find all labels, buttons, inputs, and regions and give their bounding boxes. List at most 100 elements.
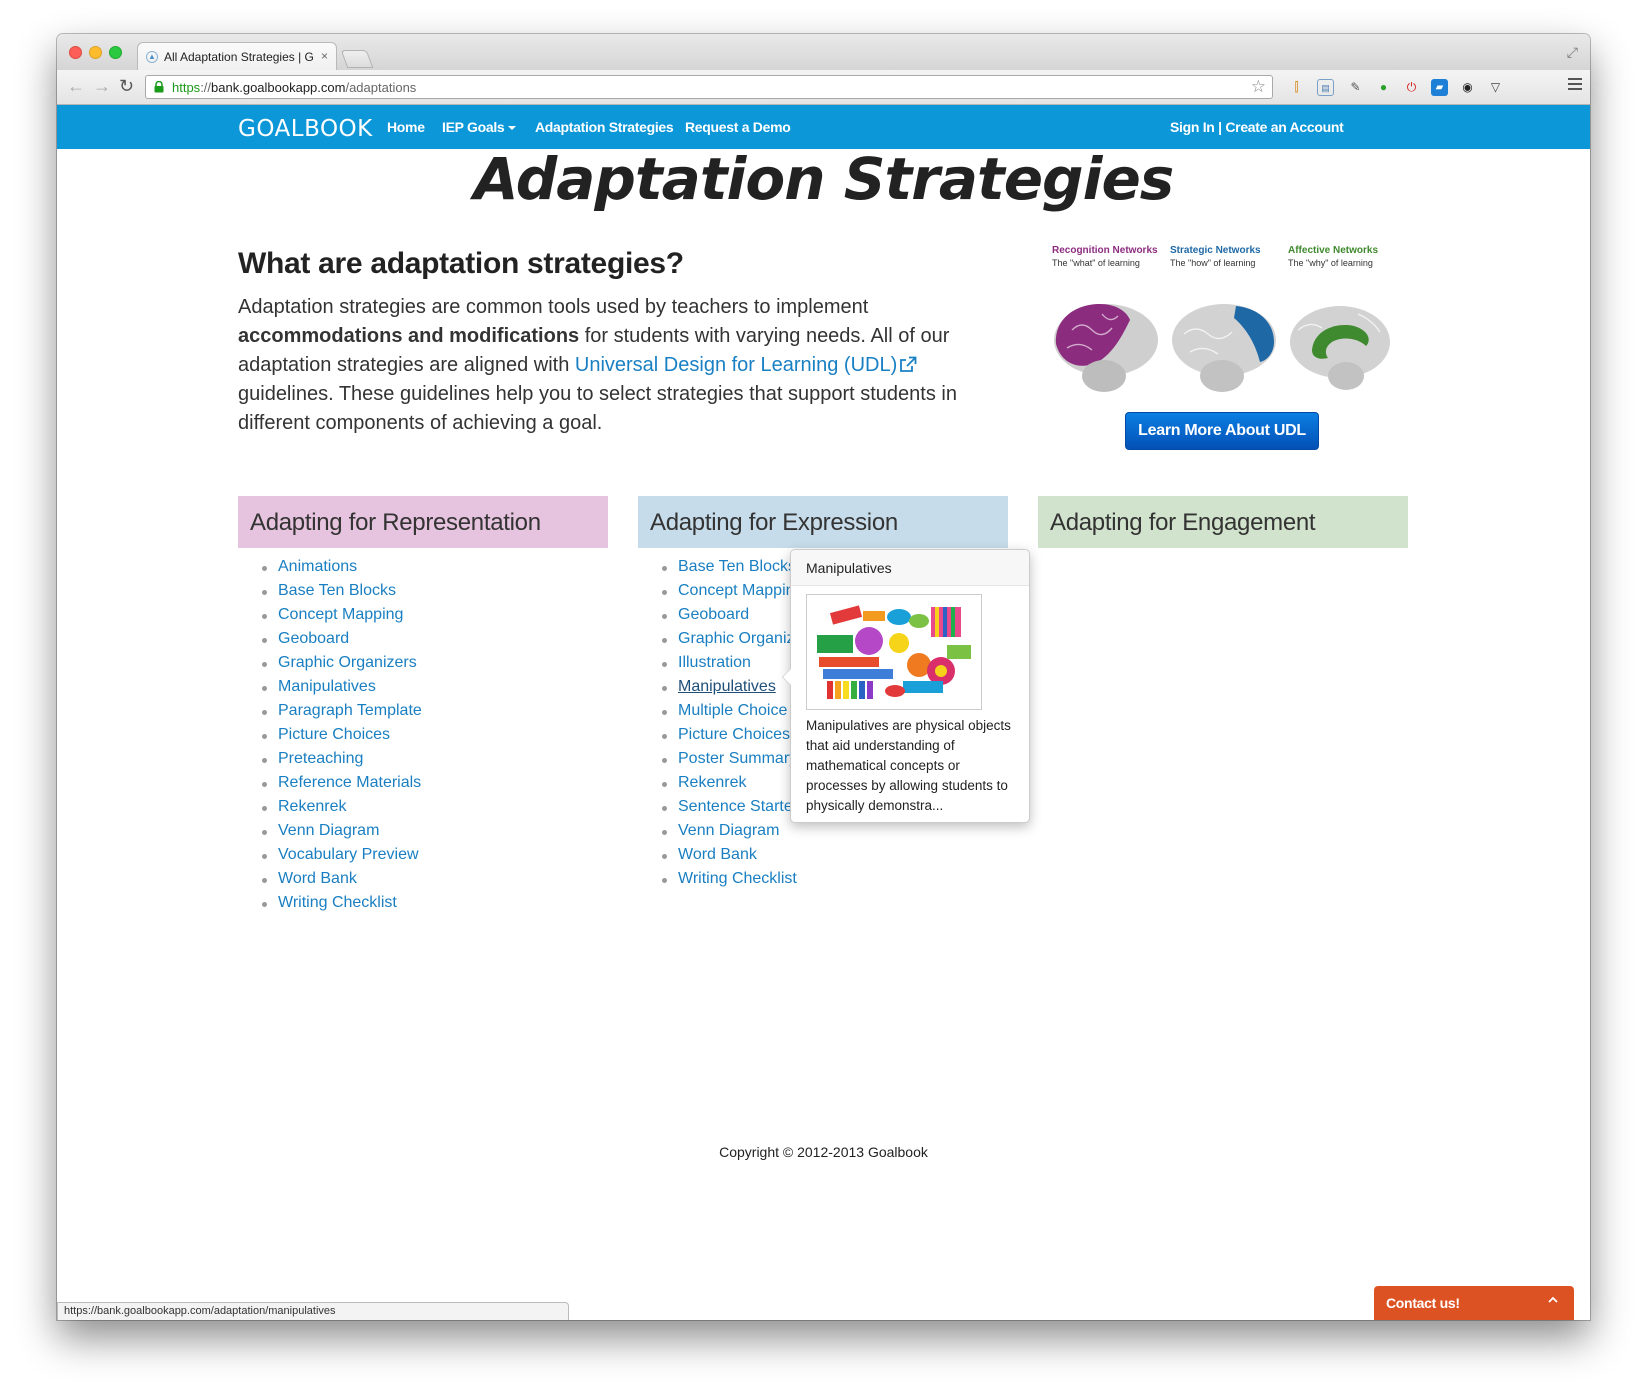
list-item: Rekenrek <box>238 798 422 822</box>
strategy-link[interactable]: Reference Materials <box>278 774 421 791</box>
goalbook-page: GOALBOOK Home IEP Goals Adaptation Strat… <box>57 105 1590 1320</box>
fullscreen-icon[interactable]: ⤢ <box>1567 44 1578 61</box>
strategy-link[interactable]: Illustration <box>678 654 751 671</box>
list-item: Graphic Organizers <box>238 654 422 678</box>
reload-icon[interactable]: ↻ <box>119 76 134 97</box>
expression-strategy-list: Base Ten Blocks Concept Mapping Geoboard… <box>638 558 798 894</box>
brain-recognition-subtitle: The "what" of learning <box>1052 258 1140 268</box>
udl-link[interactable]: Universal Design for Learning (UDL) <box>575 354 897 376</box>
strategy-link[interactable]: Graphic Organizers <box>278 654 417 671</box>
brain-affective-subtitle: The "why" of learning <box>1288 258 1373 268</box>
extension-blue-icon[interactable]: ▰ <box>1431 79 1448 96</box>
goalbook-favicon-icon: ▲ <box>146 51 158 63</box>
address-bar[interactable]: https://bank.goalbookapp.com/adaptations… <box>145 75 1273 99</box>
strategy-link[interactable]: Sentence Starters <box>678 798 798 815</box>
list-item: Manipulatives <box>238 678 422 702</box>
bookmark-star-icon[interactable]: ☆ <box>1251 77 1266 97</box>
window-maximize-button[interactable] <box>109 46 122 59</box>
window-close-button[interactable] <box>69 46 82 59</box>
strategy-link[interactable]: Poster Summary <box>678 750 797 767</box>
expression-heading: Adapting for Expression <box>638 496 1008 548</box>
strategy-link[interactable]: Base Ten Blocks <box>678 558 796 575</box>
intro-text-bold: accommodations and modifications <box>238 325 580 347</box>
extension-feed-icon[interactable]: ⫿ <box>1288 79 1305 96</box>
strategy-link[interactable]: Base Ten Blocks <box>278 582 396 599</box>
list-item: Animations <box>238 558 422 582</box>
representation-strategy-list: Animations Base Ten Blocks Concept Mappi… <box>238 558 422 918</box>
url-path: /adaptations <box>345 80 417 95</box>
strategy-link[interactable]: Venn Diagram <box>278 822 379 839</box>
representation-heading: Adapting for Representation <box>238 496 608 548</box>
brain-affective-title: Affective Networks <box>1288 245 1379 256</box>
list-item: Preteaching <box>238 750 422 774</box>
extension-pocket-icon[interactable]: ▽ <box>1487 79 1504 96</box>
extension-power-icon[interactable]: ⏻ <box>1403 79 1420 96</box>
browser-menu-icon[interactable] <box>1568 78 1582 93</box>
list-item: Base Ten Blocks <box>638 558 798 582</box>
browser-tab-active[interactable]: ▲ All Adaptation Strategies | G × <box>137 42 337 70</box>
nav-signin-link[interactable]: Sign In | Create an Account <box>1170 119 1344 135</box>
strategy-link[interactable]: Word Bank <box>678 846 757 863</box>
back-arrow-icon[interactable]: ← <box>67 76 85 97</box>
intro-text-part1: Adaptation strategies are common tools u… <box>238 296 869 318</box>
strategy-link[interactable]: Concept Mapping <box>678 582 798 599</box>
nav-home-link[interactable]: Home <box>387 119 425 135</box>
caret-down-icon <box>508 126 517 131</box>
list-item: Concept Mapping <box>638 582 798 606</box>
brain-strategic-title: Strategic Networks <box>1170 245 1261 256</box>
list-item: Writing Checklist <box>238 894 422 918</box>
brain-strategic: Strategic Networks The "how" of learning <box>1170 245 1288 392</box>
intro-paragraph: Adaptation strategies are common tools u… <box>238 293 958 438</box>
strategy-link[interactable]: Picture Choices <box>278 726 390 743</box>
strategy-link[interactable]: Word Bank <box>278 870 357 887</box>
list-item: Vocabulary Preview <box>238 846 422 870</box>
forward-arrow-icon[interactable]: → <box>93 76 111 97</box>
chevron-up-icon[interactable] <box>1548 1295 1558 1305</box>
intro-heading: What are adaptation strategies? <box>238 247 684 280</box>
list-item: Base Ten Blocks <box>238 582 422 606</box>
nav-adaptation-strategies-link[interactable]: Adaptation Strategies <box>535 119 674 135</box>
list-item: Writing Checklist <box>638 870 798 894</box>
list-item: Illustration <box>638 654 798 678</box>
list-item: Manipulatives <box>638 678 798 702</box>
strategy-link[interactable]: Venn Diagram <box>678 822 779 839</box>
strategy-link[interactable]: Vocabulary Preview <box>278 846 419 863</box>
list-item: Graphic Organizers <box>638 630 798 654</box>
contact-us-widget[interactable]: Contact us! <box>1374 1286 1574 1320</box>
nav-iep-goals-dropdown[interactable]: IEP Goals <box>442 119 517 135</box>
extension-window-icon[interactable]: ▤ <box>1317 79 1334 96</box>
list-item: Poster Summary <box>638 750 798 774</box>
extension-evernote-icon[interactable]: ● <box>1375 79 1392 96</box>
learn-more-udl-button[interactable]: Learn More About UDL <box>1125 412 1319 450</box>
list-item: Paragraph Template <box>238 702 422 726</box>
extension-eyedropper-icon[interactable]: ✎ <box>1347 79 1364 96</box>
strategy-link[interactable]: Multiple Choice <box>678 702 787 719</box>
strategy-link[interactable]: Geoboard <box>678 606 749 623</box>
strategy-link[interactable]: Writing Checklist <box>278 894 397 911</box>
nav-request-demo-link[interactable]: Request a Demo <box>685 119 791 135</box>
strategy-link[interactable]: Manipulatives <box>278 678 376 695</box>
tab-close-icon[interactable]: × <box>321 49 328 63</box>
strategy-link-hovered[interactable]: Manipulatives <box>678 678 776 695</box>
strategy-link[interactable]: Rekenrek <box>678 774 746 791</box>
strategy-link[interactable]: Animations <box>278 558 357 575</box>
strategy-link[interactable]: Picture Choices <box>678 726 790 743</box>
browser-window: ▲ All Adaptation Strategies | G × ⤢ ← → … <box>57 34 1590 1320</box>
list-item: Picture Choices <box>638 726 798 750</box>
brain-recognition: Recognition Networks The "what" of learn… <box>1052 245 1170 392</box>
strategy-link[interactable]: Concept Mapping <box>278 606 403 623</box>
list-item: Word Bank <box>238 870 422 894</box>
brain-recognition-title: Recognition Networks <box>1052 245 1158 256</box>
strategy-link[interactable]: Graphic Organizers <box>678 630 798 647</box>
window-minimize-button[interactable] <box>89 46 102 59</box>
strategy-link[interactable]: Writing Checklist <box>678 870 797 887</box>
strategy-link[interactable]: Rekenrek <box>278 798 346 815</box>
list-item: Venn Diagram <box>238 822 422 846</box>
strategy-link[interactable]: Preteaching <box>278 750 363 767</box>
goalbook-logo[interactable]: GOALBOOK <box>238 116 373 142</box>
new-tab-button[interactable] <box>340 50 374 68</box>
extension-github-icon[interactable]: ◉ <box>1459 79 1476 96</box>
strategy-link[interactable]: Paragraph Template <box>278 702 422 719</box>
page-title: Adaptation Strategies <box>473 145 1175 213</box>
strategy-link[interactable]: Geoboard <box>278 630 349 647</box>
